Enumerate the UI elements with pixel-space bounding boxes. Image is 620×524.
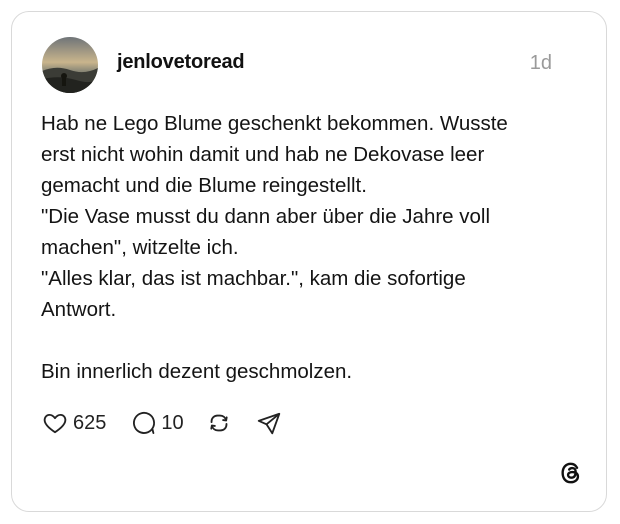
action-bar: 625 10 xyxy=(42,409,282,437)
repost-button[interactable] xyxy=(206,410,232,436)
timestamp: 1d xyxy=(529,52,552,74)
reply-count: 10 xyxy=(161,411,184,434)
post-text: Hab ne Lego Blume geschenkt bekommen. Wu… xyxy=(41,112,508,383)
reply-button[interactable]: 10 xyxy=(130,410,184,436)
post-card: jenlovetoread 1d Hab ne Lego Blume gesch… xyxy=(11,11,607,512)
repost-icon xyxy=(206,410,232,436)
speech-bubble-icon xyxy=(130,410,156,436)
avatar[interactable] xyxy=(42,37,98,93)
send-icon xyxy=(256,410,282,436)
username[interactable]: jenlovetoread xyxy=(117,51,245,74)
heart-icon xyxy=(42,410,68,436)
like-button[interactable]: 625 xyxy=(42,410,106,436)
share-button[interactable] xyxy=(256,410,282,436)
threads-logo-icon[interactable] xyxy=(558,460,584,486)
like-count: 625 xyxy=(73,411,107,434)
